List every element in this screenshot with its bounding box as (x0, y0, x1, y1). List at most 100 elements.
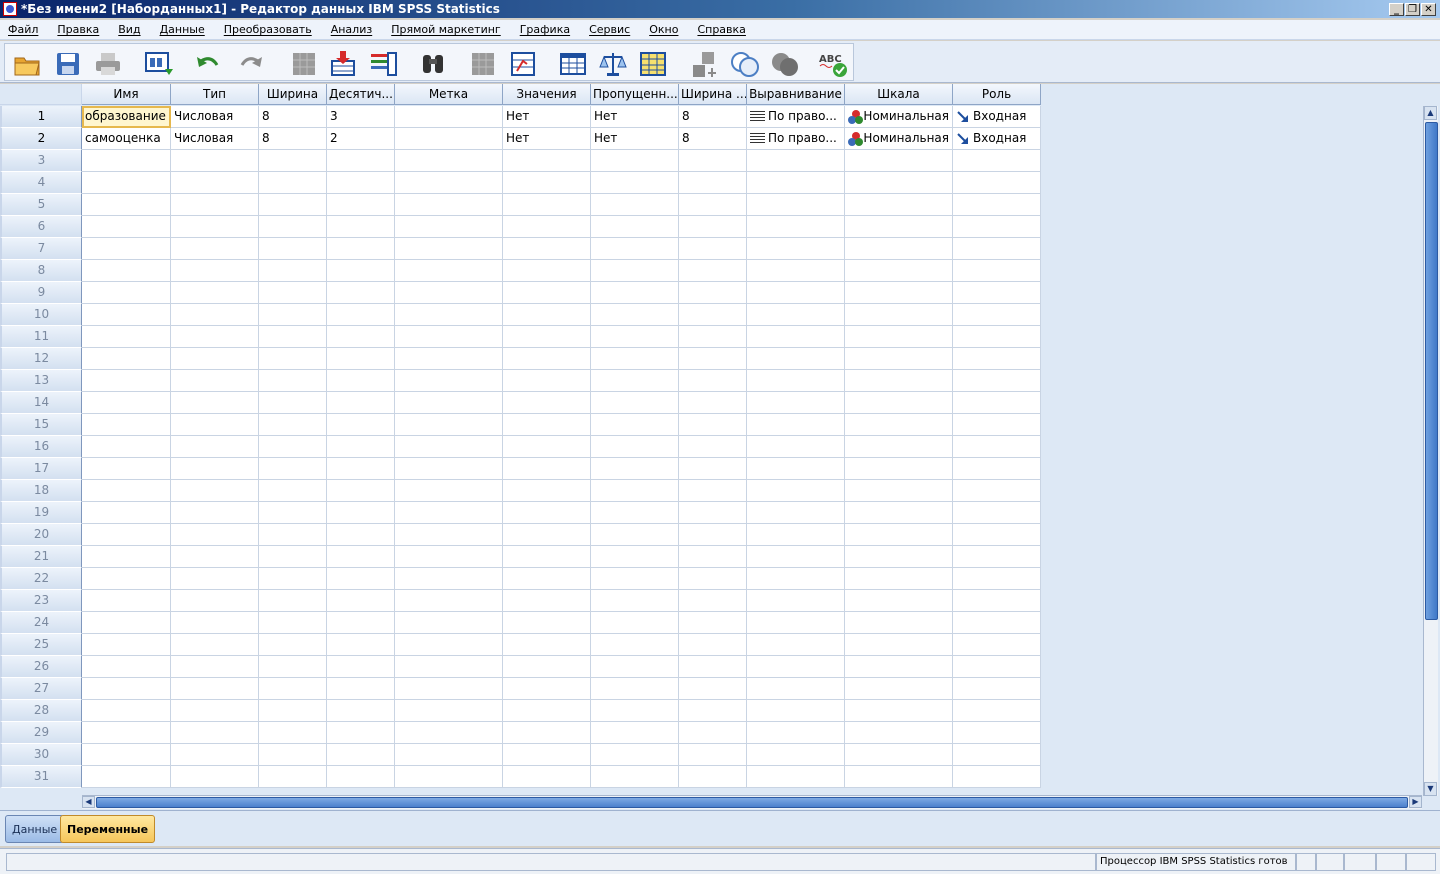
empty-cell[interactable] (82, 612, 171, 634)
empty-cell[interactable] (845, 436, 953, 458)
empty-cell[interactable] (82, 370, 171, 392)
empty-cell[interactable] (327, 502, 395, 524)
empty-cell[interactable] (171, 722, 259, 744)
empty-cell[interactable] (679, 480, 747, 502)
empty-cell[interactable] (591, 546, 679, 568)
empty-cell[interactable] (259, 238, 327, 260)
empty-cell[interactable] (591, 216, 679, 238)
header-width[interactable]: Ширина (259, 84, 327, 105)
empty-cell[interactable] (591, 414, 679, 436)
empty-cell[interactable] (259, 568, 327, 590)
empty-cell[interactable] (171, 392, 259, 414)
menu-help[interactable]: Справка (697, 23, 745, 36)
cell-missing[interactable]: Нет (591, 106, 679, 128)
empty-cell[interactable] (591, 634, 679, 656)
empty-cell[interactable] (82, 282, 171, 304)
tab-variable-view[interactable]: Переменные (60, 815, 156, 843)
empty-cell[interactable] (327, 546, 395, 568)
empty-cell[interactable] (953, 194, 1041, 216)
empty-cell[interactable] (327, 766, 395, 788)
empty-cell[interactable] (747, 744, 845, 766)
empty-cell[interactable] (171, 150, 259, 172)
empty-cell[interactable] (679, 546, 747, 568)
empty-cell[interactable] (679, 260, 747, 282)
row-number[interactable]: 3 (0, 150, 82, 172)
row-number[interactable]: 15 (0, 414, 82, 436)
empty-cell[interactable] (259, 612, 327, 634)
empty-cell[interactable] (395, 282, 503, 304)
insert-cases-icon[interactable] (467, 48, 499, 80)
empty-cell[interactable] (845, 260, 953, 282)
empty-cell[interactable] (503, 590, 591, 612)
empty-cell[interactable] (845, 392, 953, 414)
empty-cell[interactable] (591, 172, 679, 194)
empty-cell[interactable] (503, 436, 591, 458)
row-number[interactable]: 21 (0, 546, 82, 568)
empty-cell[interactable] (327, 744, 395, 766)
empty-cell[interactable] (503, 370, 591, 392)
empty-cell[interactable] (503, 678, 591, 700)
empty-cell[interactable] (845, 282, 953, 304)
row-number[interactable]: 18 (0, 480, 82, 502)
empty-cell[interactable] (395, 458, 503, 480)
row-number[interactable]: 7 (0, 238, 82, 260)
empty-cell[interactable] (395, 722, 503, 744)
empty-cell[interactable] (747, 238, 845, 260)
empty-cell[interactable] (395, 348, 503, 370)
header-decimals[interactable]: Десятич... (327, 84, 395, 105)
empty-cell[interactable] (747, 766, 845, 788)
scroll-down-icon[interactable]: ▼ (1424, 782, 1437, 796)
empty-cell[interactable] (503, 546, 591, 568)
empty-cell[interactable] (845, 480, 953, 502)
empty-cell[interactable] (327, 568, 395, 590)
menu-utilities[interactable]: Сервис (589, 23, 630, 36)
cell-columns[interactable]: 8 (679, 106, 747, 128)
empty-cell[interactable] (259, 722, 327, 744)
empty-cell[interactable] (747, 392, 845, 414)
empty-cell[interactable] (259, 634, 327, 656)
menu-direct-marketing[interactable]: Прямой маркетинг (391, 23, 501, 36)
cell-align[interactable]: По право... (747, 128, 845, 150)
empty-cell[interactable] (82, 722, 171, 744)
empty-cell[interactable] (503, 414, 591, 436)
empty-cell[interactable] (747, 414, 845, 436)
empty-cell[interactable] (591, 722, 679, 744)
empty-cell[interactable] (82, 172, 171, 194)
empty-cell[interactable] (679, 238, 747, 260)
empty-cell[interactable] (82, 524, 171, 546)
empty-cell[interactable] (327, 172, 395, 194)
restore-button[interactable]: ❐ (1405, 2, 1420, 16)
header-name[interactable]: Имя (82, 84, 171, 105)
cell-role[interactable]: Входная (953, 128, 1041, 150)
vertical-scrollbar[interactable]: ▲ ▼ (1423, 106, 1438, 796)
row-number[interactable]: 2 (0, 128, 82, 150)
empty-cell[interactable] (82, 700, 171, 722)
empty-cell[interactable] (679, 282, 747, 304)
empty-cell[interactable] (845, 722, 953, 744)
empty-cell[interactable] (953, 744, 1041, 766)
empty-cell[interactable] (82, 766, 171, 788)
empty-cell[interactable] (845, 546, 953, 568)
empty-cell[interactable] (82, 348, 171, 370)
spell-check-icon[interactable]: ABC (817, 48, 849, 80)
empty-cell[interactable] (747, 348, 845, 370)
empty-cell[interactable] (171, 612, 259, 634)
menu-data[interactable]: Данные (160, 23, 205, 36)
empty-cell[interactable] (259, 590, 327, 612)
empty-cell[interactable] (503, 634, 591, 656)
empty-cell[interactable] (953, 436, 1041, 458)
cell-missing[interactable]: Нет (591, 128, 679, 150)
empty-cell[interactable] (845, 304, 953, 326)
empty-cell[interactable] (679, 612, 747, 634)
empty-cell[interactable] (747, 216, 845, 238)
empty-cell[interactable] (591, 238, 679, 260)
menu-analyze[interactable]: Анализ (331, 23, 373, 36)
undo-icon[interactable] (192, 48, 224, 80)
split-file-icon[interactable] (557, 48, 589, 80)
empty-cell[interactable] (845, 700, 953, 722)
empty-cell[interactable] (503, 722, 591, 744)
empty-cell[interactable] (679, 700, 747, 722)
empty-cell[interactable] (395, 260, 503, 282)
variables-icon[interactable] (367, 48, 399, 80)
empty-cell[interactable] (259, 436, 327, 458)
